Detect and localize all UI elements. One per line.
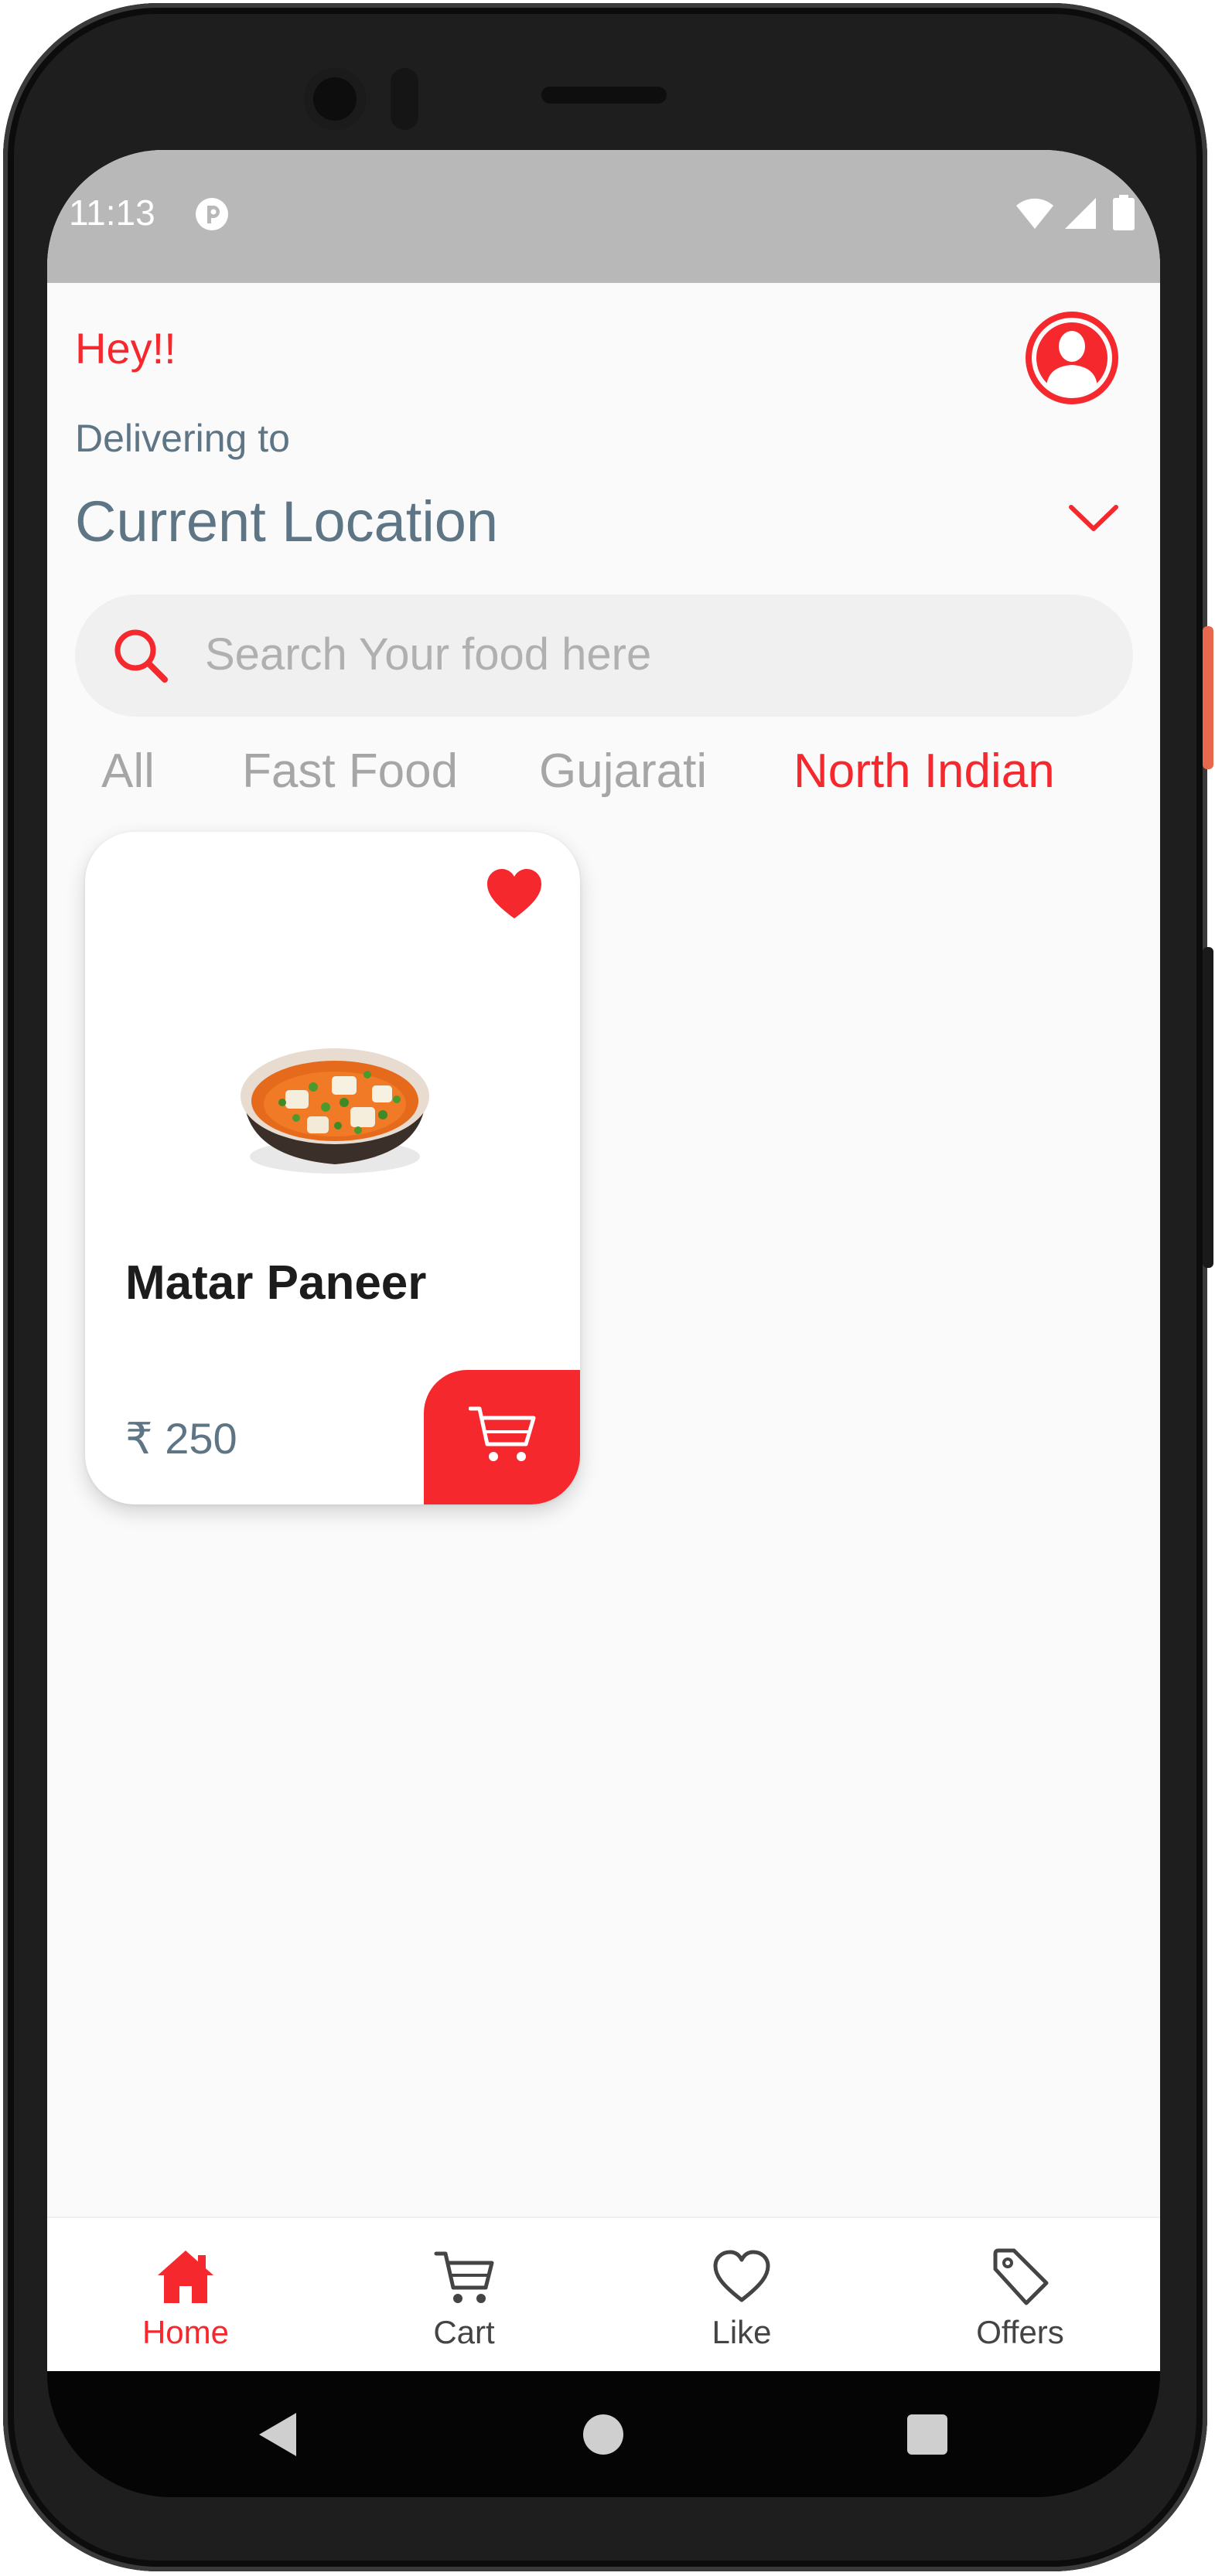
nav-like[interactable]: Like [641, 2218, 842, 2371]
nav-cart-label: Cart [433, 2314, 495, 2350]
add-to-cart-button[interactable] [424, 1370, 580, 1504]
bottom-navigation: Home Cart Like Offers [47, 2217, 1160, 2371]
wifi-icon [1016, 198, 1053, 229]
search-icon [114, 629, 168, 683]
search-input[interactable]: Search Your food here [205, 629, 651, 680]
signal-icon [1065, 198, 1096, 229]
tab-gujarati[interactable]: Gujarati [539, 744, 707, 799]
home-circle-icon[interactable] [583, 2414, 623, 2455]
app-screen: 11:13 Hey!! Delivering to Current Locati… [47, 150, 1160, 2371]
battery-icon [1113, 195, 1135, 230]
status-time: 11:13 [69, 193, 155, 233]
volume-button [1203, 947, 1213, 1268]
food-card[interactable]: Matar Paneer ₹ 250 [85, 832, 580, 1504]
system-navigation-bar [47, 2371, 1160, 2497]
delivering-to-label: Delivering to [75, 417, 290, 460]
front-camera [304, 68, 366, 130]
tab-north-indian[interactable]: North Indian [794, 744, 1055, 799]
tag-icon [993, 2248, 1049, 2305]
food-name: Matar Paneer [125, 1256, 427, 1310]
user-profile-icon[interactable] [1025, 311, 1119, 405]
search-bar[interactable]: Search Your food here [75, 595, 1133, 717]
cart-icon [434, 2251, 494, 2303]
nav-offers-label: Offers [976, 2314, 1064, 2350]
status-bar: 11:13 [47, 150, 1160, 283]
nav-offers[interactable]: Offers [920, 2218, 1121, 2371]
matar-paneer-image [241, 1048, 429, 1174]
nav-home-label: Home [142, 2314, 230, 2350]
greeting-text: Hey!! [75, 324, 176, 373]
cart-icon [469, 1406, 536, 1461]
tab-fast-food[interactable]: Fast Food [242, 744, 458, 799]
heart-icon [713, 2250, 770, 2302]
earpiece-speaker [541, 87, 667, 104]
power-button [1203, 626, 1213, 769]
recents-icon[interactable] [907, 2414, 947, 2455]
nav-cart[interactable]: Cart [363, 2218, 565, 2371]
app-notification-icon [196, 198, 228, 230]
nav-home[interactable]: Home [85, 2218, 286, 2371]
nav-like-label: Like [712, 2314, 772, 2350]
current-location[interactable]: Current Location [75, 489, 498, 554]
tab-all[interactable]: All [101, 744, 155, 799]
proximity-sensor [391, 68, 418, 130]
heart-filled-icon[interactable] [486, 867, 543, 922]
back-icon[interactable] [256, 2410, 299, 2459]
chevron-down-icon[interactable] [1068, 503, 1119, 533]
food-price: ₹ 250 [125, 1414, 237, 1463]
home-icon [158, 2251, 213, 2303]
